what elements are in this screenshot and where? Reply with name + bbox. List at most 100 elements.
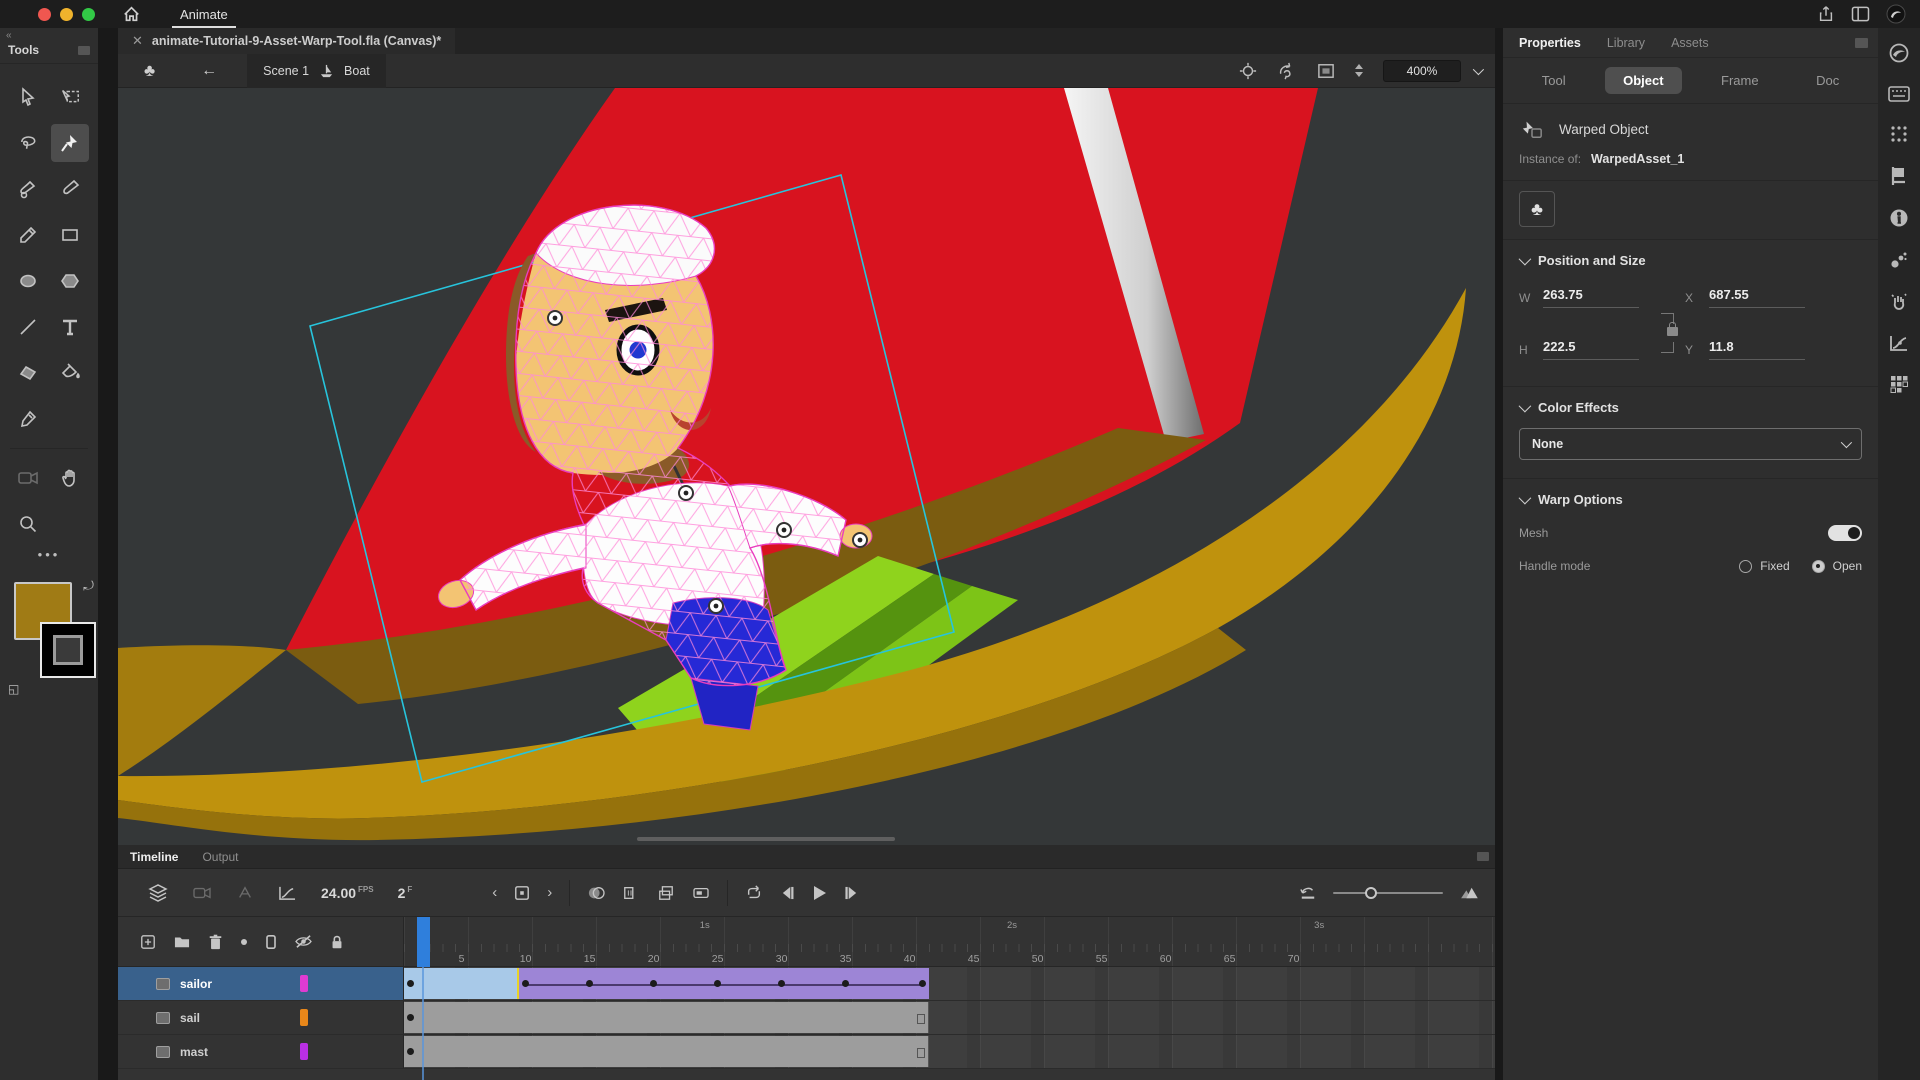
keyframe-dot[interactable] <box>919 980 926 987</box>
tool-camera[interactable] <box>9 459 47 497</box>
color-effect-dropdown[interactable]: None <box>1519 428 1862 460</box>
stage-canvas[interactable] <box>118 88 1495 845</box>
swap-colors-icon[interactable]: ⤾ <box>83 578 94 594</box>
play-icon[interactable] <box>812 885 827 901</box>
tab-library[interactable]: Library <box>1607 36 1645 50</box>
keyframe-dot[interactable] <box>714 980 721 987</box>
tool-eyedropper[interactable] <box>9 400 47 438</box>
layer-depth-icon[interactable] <box>236 885 254 901</box>
close-window-icon[interactable] <box>38 8 51 21</box>
tool-hand[interactable] <box>51 459 89 497</box>
reset-colors-icon[interactable]: ◱ <box>8 682 19 696</box>
layer-frames[interactable] <box>404 1001 1495 1034</box>
highlight-layer-dot-icon[interactable] <box>240 938 248 946</box>
center-frame-icon[interactable] <box>514 885 530 901</box>
subtab-doc[interactable]: Doc <box>1798 67 1857 94</box>
onion-range-icon[interactable] <box>692 886 710 900</box>
panel-menu-icon[interactable] <box>1477 852 1489 861</box>
tool-polystar[interactable] <box>51 262 89 300</box>
tool-subselection[interactable] <box>51 78 89 116</box>
dock-color-icon[interactable] <box>1888 42 1910 64</box>
frame-span[interactable] <box>404 1036 929 1067</box>
tab-timeline[interactable]: Timeline <box>118 850 190 864</box>
current-frame-field[interactable]: 2F <box>398 885 413 901</box>
frame-span[interactable] <box>519 968 929 999</box>
tool-lasso[interactable] <box>9 124 47 162</box>
tool-zoom[interactable] <box>9 505 47 543</box>
previous-keyframe-icon[interactable]: ‹ <box>492 884 497 901</box>
position-size-section-header[interactable]: Position and Size <box>1503 240 1878 277</box>
keyframe-dot[interactable] <box>407 1048 414 1055</box>
tool-text[interactable] <box>51 308 89 346</box>
app-tab-animate[interactable]: Animate <box>166 0 242 28</box>
playhead[interactable] <box>417 917 430 967</box>
tab-properties[interactable]: Properties <box>1519 36 1581 50</box>
keyframe-dot[interactable] <box>650 980 657 987</box>
layer-name[interactable]: sail <box>180 1011 200 1025</box>
step-forward-icon[interactable] <box>844 886 859 900</box>
dock-align-icon[interactable] <box>1889 124 1909 144</box>
keyframe-dot[interactable] <box>407 980 414 987</box>
subtab-frame[interactable]: Frame <box>1703 67 1777 94</box>
handle-mode-open-radio[interactable]: Open <box>1812 559 1862 573</box>
zoom-stepper[interactable] <box>1355 64 1363 77</box>
more-tools-icon[interactable]: ••• <box>0 547 98 562</box>
frame-span[interactable] <box>404 1002 929 1033</box>
dock-keyboard-icon[interactable] <box>1888 86 1910 102</box>
step-back-icon[interactable] <box>780 886 795 900</box>
panel-menu-icon[interactable] <box>78 46 90 55</box>
width-field[interactable]: 263.75 <box>1543 287 1639 308</box>
new-folder-icon[interactable] <box>173 934 191 949</box>
new-layer-icon[interactable] <box>140 934 156 950</box>
breadcrumb-scene[interactable]: Scene 1 <box>263 64 309 78</box>
tool-fluid-brush[interactable] <box>9 170 47 208</box>
tool-oval[interactable] <box>9 262 47 300</box>
height-field[interactable]: 222.5 <box>1543 339 1639 360</box>
tab-output[interactable]: Output <box>190 850 250 864</box>
frame-graph-icon[interactable] <box>278 885 297 901</box>
layer-color-chip[interactable] <box>300 975 308 992</box>
delete-layer-icon[interactable] <box>208 934 223 950</box>
tool-asset-warp[interactable] <box>51 124 89 162</box>
edit-asset-button[interactable]: ♣ <box>1519 191 1555 227</box>
breadcrumb-symbol[interactable]: Boat <box>344 64 370 78</box>
camera-icon[interactable] <box>192 885 212 901</box>
app-logo-icon[interactable] <box>1886 4 1906 24</box>
zoom-window-icon[interactable] <box>82 8 95 21</box>
layer-row[interactable]: sailor <box>118 967 1495 1001</box>
keyframe-dot[interactable] <box>586 980 593 987</box>
dock-graph-editor-icon[interactable] <box>1889 334 1909 352</box>
timeline-zoom-slider[interactable] <box>1333 892 1443 894</box>
tab-assets[interactable]: Assets <box>1671 36 1709 50</box>
center-stage-icon[interactable] <box>1239 62 1257 80</box>
tool-pencil[interactable] <box>9 216 47 254</box>
frame-ruler[interactable]: 5101520253035404550556065701s2s3s <box>404 917 1495 966</box>
tool-classic-brush[interactable] <box>51 170 89 208</box>
timeline-zoom-max-icon[interactable] <box>1459 886 1479 900</box>
outline-view-icon[interactable] <box>265 934 277 950</box>
tool-selection[interactable] <box>9 78 47 116</box>
layer-frames[interactable] <box>404 1035 1495 1068</box>
keyframe-dot[interactable] <box>778 980 785 987</box>
subtab-object[interactable]: Object <box>1605 67 1681 94</box>
y-field[interactable]: 11.8 <box>1709 339 1805 360</box>
workspace-layout-icon[interactable] <box>1851 6 1870 22</box>
share-icon[interactable] <box>1817 5 1835 23</box>
warp-options-section-header[interactable]: Warp Options <box>1503 479 1878 516</box>
horizontal-scrollbar[interactable] <box>637 837 895 841</box>
tool-eraser[interactable] <box>9 354 47 392</box>
close-document-icon[interactable]: ✕ <box>132 33 143 49</box>
layer-color-chip[interactable] <box>300 1043 308 1060</box>
tool-rectangle[interactable] <box>51 216 89 254</box>
handle-mode-fixed-radio[interactable]: Fixed <box>1739 559 1789 573</box>
layer-name[interactable]: mast <box>180 1045 208 1059</box>
layer-name[interactable]: sailor <box>180 977 212 991</box>
back-arrow-icon[interactable]: ← <box>201 62 217 80</box>
edit-multiple-frames-icon[interactable] <box>657 885 675 901</box>
instance-name[interactable]: WarpedAsset_1 <box>1591 152 1684 166</box>
dock-puppet-icon[interactable] <box>1889 292 1909 312</box>
home-icon[interactable] <box>123 6 140 22</box>
stroke-color-swatch[interactable] <box>40 622 96 678</box>
clip-content-icon[interactable] <box>1317 63 1335 79</box>
tool-line[interactable] <box>9 308 47 346</box>
